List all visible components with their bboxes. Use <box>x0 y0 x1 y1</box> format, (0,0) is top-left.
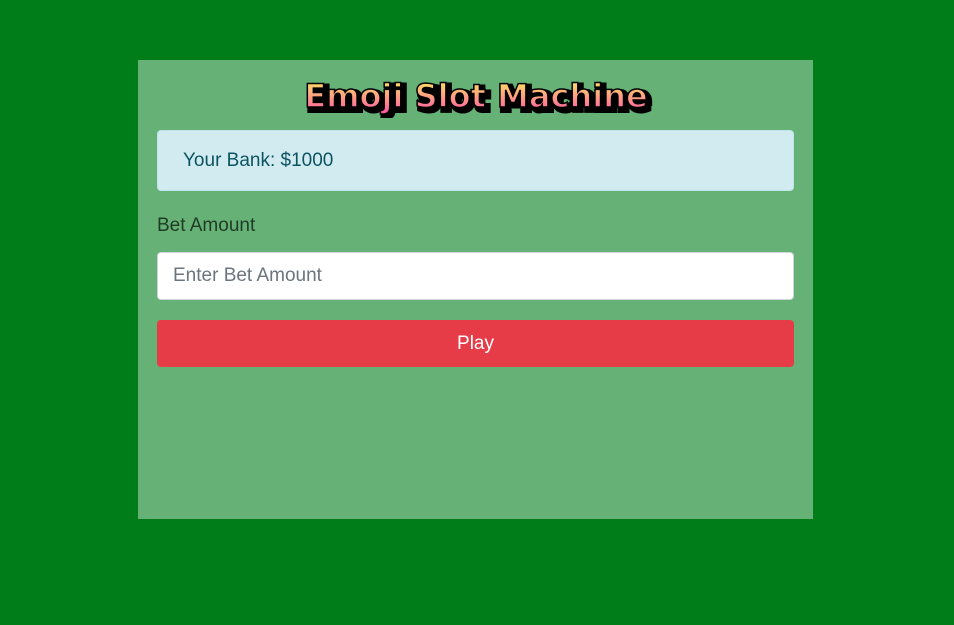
bank-balance-text: Your Bank: $1000 <box>183 149 334 171</box>
game-title: Emoji Slot Machine Emoji Slot Machine <box>138 70 813 118</box>
slot-machine-panel: Emoji Slot Machine Emoji Slot Machine Yo… <box>138 60 813 519</box>
bet-amount-input[interactable] <box>157 252 794 300</box>
bet-amount-label: Bet Amount <box>157 215 256 236</box>
play-button[interactable]: Play <box>157 320 794 367</box>
bank-balance-alert: Your Bank: $1000 <box>157 130 794 191</box>
game-title-text: Emoji Slot Machine <box>304 77 647 115</box>
